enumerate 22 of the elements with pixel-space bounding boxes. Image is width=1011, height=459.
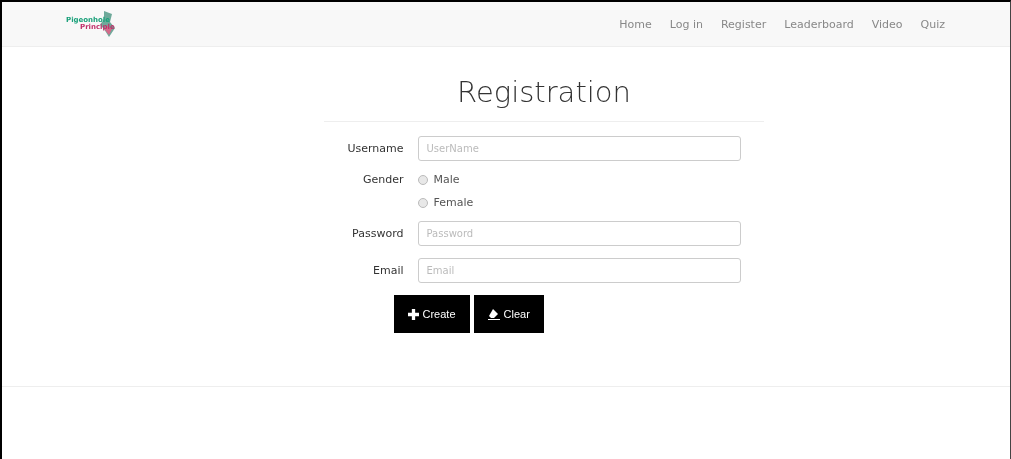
radio-button[interactable]	[417, 197, 428, 208]
nav-link[interactable]: Log in	[660, 17, 712, 31]
nav-link[interactable]: Register	[711, 17, 776, 31]
nav-link[interactable]: Leaderboard	[775, 17, 863, 31]
clear-button[interactable]: Clear	[473, 295, 544, 333]
page-title: Registration	[324, 75, 764, 122]
radio-label: Female	[433, 196, 474, 209]
field-label: Username	[346, 142, 405, 155]
plus-icon	[407, 308, 419, 320]
field-label: Email	[371, 264, 405, 277]
radio-label: Male	[433, 173, 460, 186]
field-label: Password	[351, 227, 405, 240]
eraser-icon	[487, 308, 500, 320]
email-field[interactable]: Email	[417, 258, 741, 283]
nav-link[interactable]: Video	[862, 17, 912, 31]
radio-button[interactable]	[417, 174, 428, 185]
username-field[interactable]: UserName	[417, 136, 741, 161]
nav-link[interactable]: Quiz	[911, 17, 954, 31]
password-field[interactable]: Password	[417, 221, 741, 246]
nav-link[interactable]: Home	[610, 17, 661, 31]
field-label: Gender	[361, 173, 405, 186]
create-button[interactable]: Create	[393, 295, 470, 333]
